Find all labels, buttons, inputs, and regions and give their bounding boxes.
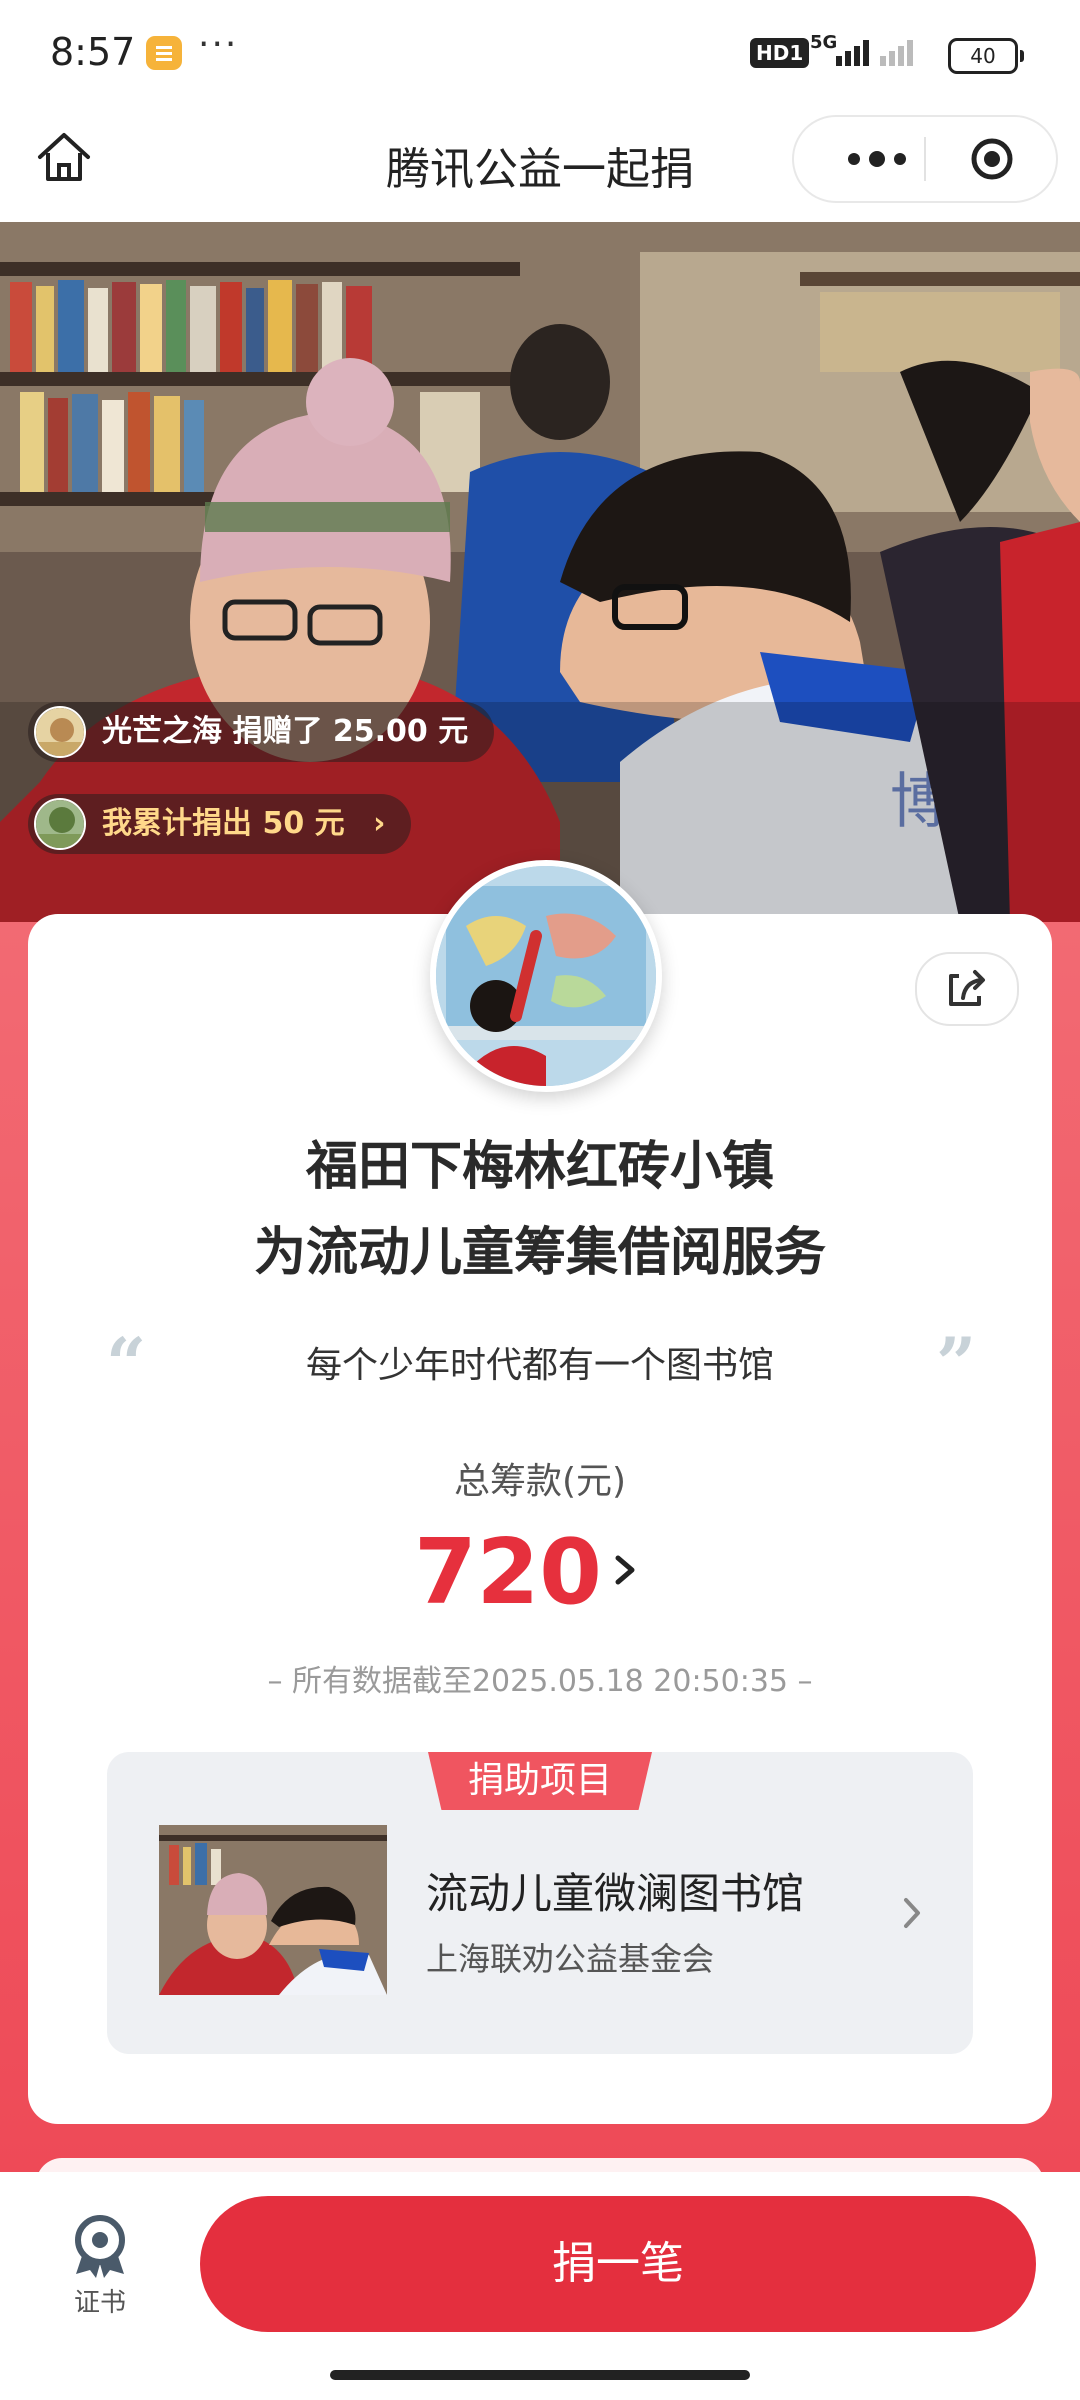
hd-badge: HD1 [750,38,810,68]
project-title-line-1: 福田下梅林红砖小镇 [305,1137,774,1197]
certificate-icon [70,2212,130,2282]
project-avatar [430,860,662,1092]
status-more-icon: ··· [198,24,239,65]
supported-project-tag: 捐助项目 [428,1752,652,1810]
chevron-right-icon: › [373,806,386,841]
latest-donation-action: 捐赠了 25.00 元 [232,714,469,749]
latest-donation-pill: 光芒之海 捐赠了 25.00 元 [28,702,495,762]
status-time: 8:57 [50,30,136,74]
certificate-label: 证书 [73,2288,126,2318]
status-bar: 8:57 ··· HD1 5G 40 [0,0,1080,105]
nav-bar: 腾讯公益一起捐 [0,105,1080,222]
home-indicator[interactable] [330,2370,750,2380]
my-avatar [34,798,86,850]
total-raised-label: 总筹款(元) [453,1461,627,1502]
network-type: 5G [810,32,838,53]
supported-project-org: 上海联劝公益基金会 [426,1940,715,1978]
bottom-action-bar: 证书 捐一笔 [0,2176,1080,2400]
project-slogan: 每个少年时代都有一个图书馆 [305,1345,774,1386]
supported-project-thumbnail [159,1825,387,1995]
supported-project-name: 流动儿童微澜图书馆 [426,1869,805,1918]
more-dots-icon[interactable] [832,135,922,183]
close-miniprogram-icon[interactable] [970,137,1014,181]
chevron-right-icon[interactable] [898,1894,926,1932]
my-donation-pill[interactable]: 我累计捐出 50 元 › [28,794,412,854]
capsule-divider [924,137,926,181]
miniprogram-capsule [792,115,1058,203]
donor-avatar [34,706,86,758]
donate-button[interactable]: 捐一笔 [200,2196,1036,2332]
battery-icon: 40 [948,38,1024,74]
close-quote: ” [936,1322,977,1405]
share-button[interactable] [915,952,1019,1026]
chevron-right-icon[interactable] [608,1550,642,1590]
total-raised-amount[interactable]: 720 [0,1520,1016,1625]
signal-2-icon [880,40,916,66]
my-total-donation: 我累计捐出 50 元 [102,806,345,841]
data-timestamp: – 所有数据截至2025.05.18 20:50:35 – [267,1664,813,1699]
signal-icon [836,40,872,66]
latest-donor-name: 光芒之海 [102,714,222,749]
share-icon [949,970,985,1006]
certificate-button[interactable]: 证书 [58,2212,142,2322]
notification-app-icon [146,36,182,70]
project-title-line-2: 为流动儿童筹集借阅服务 [253,1223,826,1283]
